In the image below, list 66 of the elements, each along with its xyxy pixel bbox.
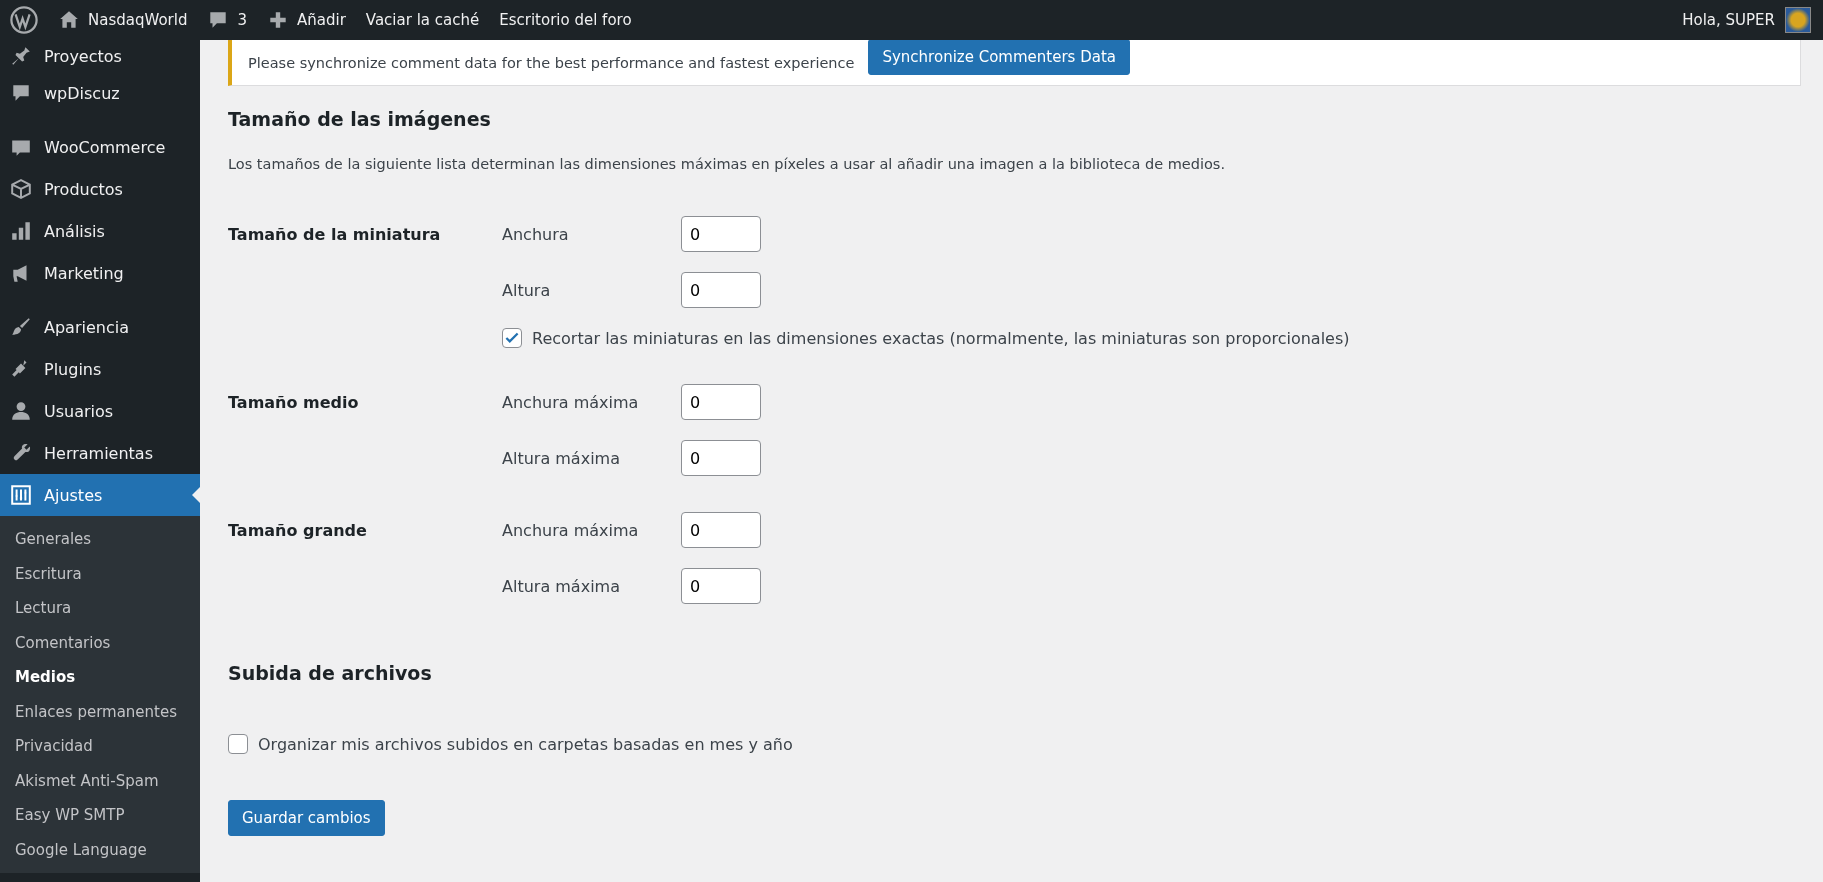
- sidebar-item[interactable]: Usuarios: [0, 390, 200, 432]
- avatar-image: [1785, 7, 1811, 33]
- sidebar-item[interactable]: WooCommerce: [0, 126, 200, 168]
- setting-label: Tamaño medio: [228, 392, 360, 414]
- sidebar-item[interactable]: Apariencia: [0, 306, 200, 348]
- submenu-item[interactable]: Akismet Anti-Spam: [0, 763, 200, 798]
- site-name: NasdaqWorld: [88, 11, 188, 29]
- number-field[interactable]: 0: [681, 272, 761, 308]
- checkbox-label: Recortar las miniaturas en las dimensiones exactas (normalmente, las miniaturas son proporcionales): [532, 328, 1350, 348]
- section-title: Tamaño de las imágenes: [228, 108, 492, 130]
- sidebar-item[interactable]: Proyectos: [0, 40, 200, 72]
- comment-count: 3: [237, 11, 247, 29]
- sidebar-item[interactable]: Productos: [0, 168, 200, 210]
- number-field[interactable]: 0: [681, 384, 761, 420]
- submenu-item[interactable]: Comentarios: [0, 625, 200, 660]
- number-field[interactable]: 0: [681, 512, 761, 548]
- sidebar-item[interactable]: Análisis: [0, 210, 200, 252]
- sidebar-item[interactable]: Ajustes: [0, 474, 200, 516]
- submenu-item[interactable]: Medios: [0, 660, 200, 695]
- field-label: Altura máxima: [502, 448, 621, 468]
- field-label: Altura máxima: [502, 576, 621, 596]
- submenu-item[interactable]: Privacidad: [0, 729, 200, 764]
- home-icon: [58, 9, 80, 31]
- site-link[interactable]: NasdaqWorld: [58, 9, 188, 31]
- settings-icon: [10, 484, 32, 506]
- checkbox[interactable]: [502, 328, 522, 348]
- save-button[interactable]: Guardar cambios: [228, 800, 385, 836]
- bar-chart-icon: [10, 220, 32, 242]
- submenu-item[interactable]: Lectura: [0, 591, 200, 626]
- field-label: Anchura: [502, 224, 570, 244]
- paintbrush-icon: [10, 316, 32, 338]
- pin-icon: [10, 45, 32, 67]
- number-field[interactable]: 0: [681, 216, 761, 252]
- comments-link[interactable]: 3: [207, 9, 247, 31]
- new-label: Añadir: [297, 11, 346, 29]
- pointer-icon: [192, 487, 200, 503]
- toolbar-link[interactable]: Escritorio del foro: [499, 11, 632, 29]
- notice-text: Please synchronize comment data for the best performance and fastest experience: [248, 54, 855, 71]
- submenu-item[interactable]: Escritura: [0, 556, 200, 591]
- plus-icon: [267, 9, 289, 31]
- box-icon: [10, 178, 32, 200]
- field-label: Altura: [502, 280, 552, 300]
- section-description: Los tamaños de la siguiente lista determinan las dimensiones máximas en píxeles a usar al añadir una imagen a la biblioteca de medios.: [228, 156, 1227, 172]
- submenu-item[interactable]: Enlaces permanentes: [0, 694, 200, 729]
- sidebar-item[interactable]: Marketing: [0, 252, 200, 294]
- number-field[interactable]: 0: [681, 440, 761, 476]
- sidebar-item[interactable]: Plugins: [0, 348, 200, 390]
- checkbox[interactable]: [228, 734, 248, 754]
- sidebar-item[interactable]: Herramientas: [0, 432, 200, 474]
- sidebar-item[interactable]: wpDiscuz: [0, 72, 200, 114]
- field-label: Anchura máxima: [502, 520, 640, 540]
- submenu-item[interactable]: Google Language: [0, 832, 200, 867]
- checkbox-label: Organizar mis archivos subidos en carpetas basadas en mes y año: [258, 734, 793, 754]
- submenu-item[interactable]: Generales: [0, 522, 200, 557]
- wordpress-logo-icon[interactable]: [10, 6, 38, 34]
- number-field[interactable]: 0: [681, 568, 761, 604]
- synchronize-button[interactable]: Synchronize Commenters Data: [868, 38, 1130, 75]
- setting-label: Tamaño de la miniatura: [228, 224, 442, 246]
- person-icon: [10, 400, 32, 422]
- new-link[interactable]: Añadir: [267, 9, 346, 31]
- submenu-item[interactable]: Easy WP SMTP: [0, 798, 200, 833]
- section-title: Subida de archivos: [228, 662, 433, 684]
- setting-label: Tamaño grande: [228, 520, 368, 542]
- account-link[interactable]: Hola, SUPER: [1682, 11, 1775, 29]
- field-label: Anchura máxima: [502, 392, 640, 412]
- toolbar-link[interactable]: Vaciar la caché: [365, 11, 480, 29]
